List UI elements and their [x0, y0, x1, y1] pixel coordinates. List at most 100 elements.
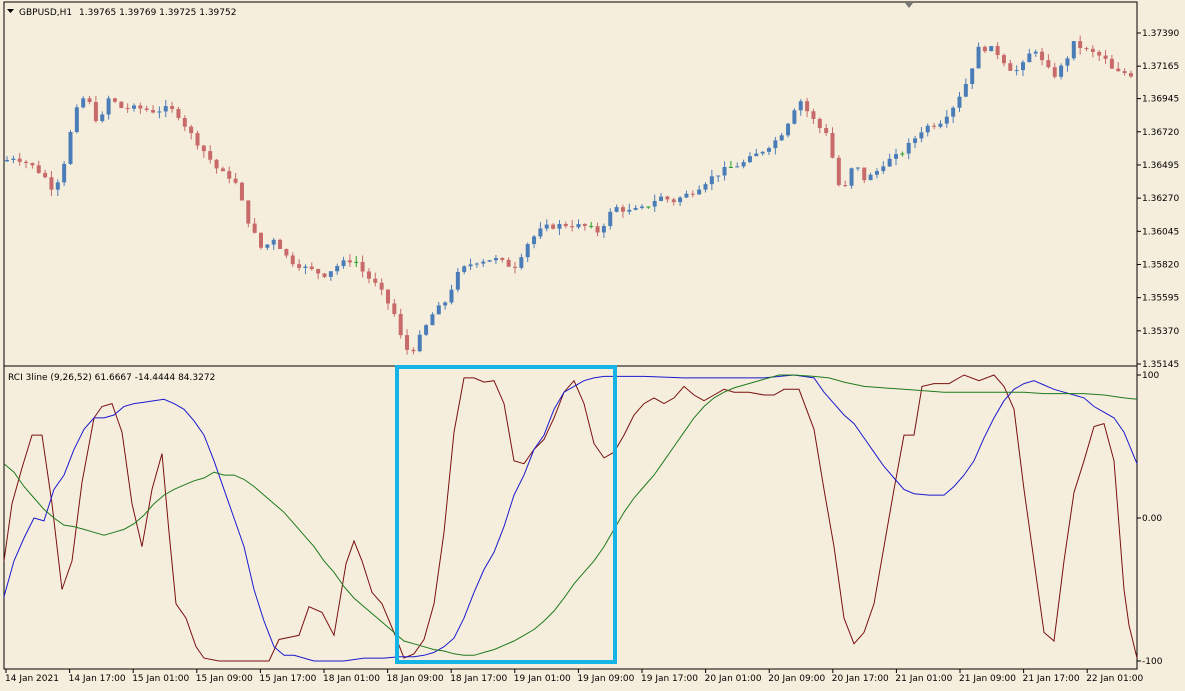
- indicator-tick-label: 100: [1142, 371, 1159, 381]
- candle-body: [1071, 41, 1076, 59]
- candle-body: [519, 257, 524, 268]
- chevron-down-icon[interactable]: [7, 9, 14, 13]
- candle-body: [982, 46, 987, 52]
- candle-body: [551, 224, 556, 229]
- candle-body: [563, 224, 568, 227]
- candle-body: [500, 258, 505, 260]
- time-tick-label: 15 Jan 09:00: [196, 674, 253, 684]
- candle-body: [1001, 55, 1006, 64]
- candle-body: [741, 162, 746, 167]
- candle-body: [836, 157, 841, 186]
- candle-body: [671, 199, 676, 203]
- candle-body: [1128, 73, 1133, 77]
- candle-body: [728, 166, 733, 168]
- candle-body: [690, 193, 695, 195]
- price-tick-label: 1.37390: [1142, 29, 1179, 39]
- candle-body: [1046, 60, 1051, 68]
- candle-body: [544, 224, 549, 229]
- candle-body: [271, 239, 276, 245]
- candle-body: [163, 106, 168, 112]
- candle-body: [747, 156, 752, 163]
- chart-window[interactable]: GBPUSD,H1 1.39765 1.39769 1.39725 1.3975…: [0, 0, 1185, 691]
- candle-body: [220, 168, 225, 172]
- chart-canvas[interactable]: GBPUSD,H1 1.39765 1.39769 1.39725 1.3975…: [0, 0, 1185, 691]
- candle-body: [957, 96, 962, 108]
- candle-body: [449, 289, 454, 303]
- price-tick-label: 1.37165: [1142, 62, 1179, 72]
- candle-body: [716, 175, 721, 177]
- candle-body: [913, 138, 918, 143]
- candle-body: [798, 101, 803, 111]
- candle-body: [925, 125, 930, 133]
- candle-body: [792, 110, 797, 124]
- candle-body: [182, 117, 187, 127]
- candle-body: [138, 105, 143, 109]
- candle-body: [506, 259, 511, 267]
- time-tick-label: 18 Jan 09:00: [387, 674, 444, 684]
- candle-body: [881, 166, 886, 172]
- time-tick-label: 21 Jan 09:00: [959, 674, 1016, 684]
- candle-body: [100, 114, 105, 122]
- candle-body: [805, 101, 810, 112]
- candle-body: [570, 226, 575, 228]
- time-tick-label: 14 Jan 2021: [5, 674, 59, 684]
- candle-body: [608, 211, 613, 227]
- candle-body: [938, 123, 943, 127]
- candle-body: [646, 206, 651, 208]
- candle-body: [112, 98, 117, 102]
- candle-body: [354, 261, 359, 263]
- rci-series-line: [3, 374, 1138, 662]
- candle-body: [405, 335, 410, 350]
- candle-body: [817, 118, 822, 129]
- candle-body: [513, 266, 517, 268]
- candle-body: [976, 46, 981, 69]
- candle-body: [125, 107, 130, 109]
- candle-body: [176, 109, 181, 118]
- candle-body: [189, 126, 194, 134]
- shift-marker-icon[interactable]: [905, 3, 913, 8]
- candle-body: [1065, 58, 1070, 66]
- time-tick-label: 18 Jan 01:00: [323, 674, 380, 684]
- candle-body: [582, 224, 587, 226]
- candle-body: [944, 116, 949, 124]
- time-tick-label: 14 Jan 17:00: [69, 674, 126, 684]
- candle-body: [595, 226, 600, 233]
- candle-body: [201, 145, 206, 152]
- candle-body: [652, 200, 657, 207]
- candle-body: [386, 289, 390, 304]
- candle-body: [779, 135, 784, 141]
- candle-body: [1008, 63, 1013, 71]
- candle-body: [151, 109, 156, 113]
- candle-body: [722, 166, 727, 176]
- candle-body: [195, 133, 200, 146]
- candle-body: [1052, 67, 1057, 77]
- candle-body: [227, 171, 232, 179]
- candle-body: [493, 258, 498, 261]
- candle-body: [678, 197, 683, 203]
- candle-body: [303, 266, 308, 268]
- candle-body: [1027, 53, 1032, 63]
- candle-body: [557, 224, 562, 229]
- candle-body: [1122, 71, 1127, 74]
- rci-lines: [3, 374, 1138, 662]
- candle-body: [773, 140, 778, 149]
- candle-body: [297, 264, 302, 268]
- rci-series-line: [3, 374, 1138, 662]
- price-tick-label: 1.36945: [1142, 95, 1179, 105]
- candle-body: [659, 196, 664, 201]
- candle-body: [868, 174, 873, 181]
- candle-body: [392, 303, 397, 315]
- candle-body: [55, 182, 60, 190]
- candle-body: [874, 171, 879, 175]
- candle-body: [106, 98, 111, 115]
- candle-body: [316, 269, 321, 274]
- time-tick-label: 15 Jan 01:00: [132, 674, 189, 684]
- chart-frame: [3, 1, 1138, 670]
- time-tick-label: 19 Jan 17:00: [641, 674, 698, 684]
- candle-body: [811, 111, 816, 119]
- candle-body: [627, 209, 632, 212]
- candle-body: [411, 349, 416, 352]
- candle-body: [830, 133, 835, 158]
- candle-body: [576, 224, 581, 228]
- candle-body: [754, 153, 759, 157]
